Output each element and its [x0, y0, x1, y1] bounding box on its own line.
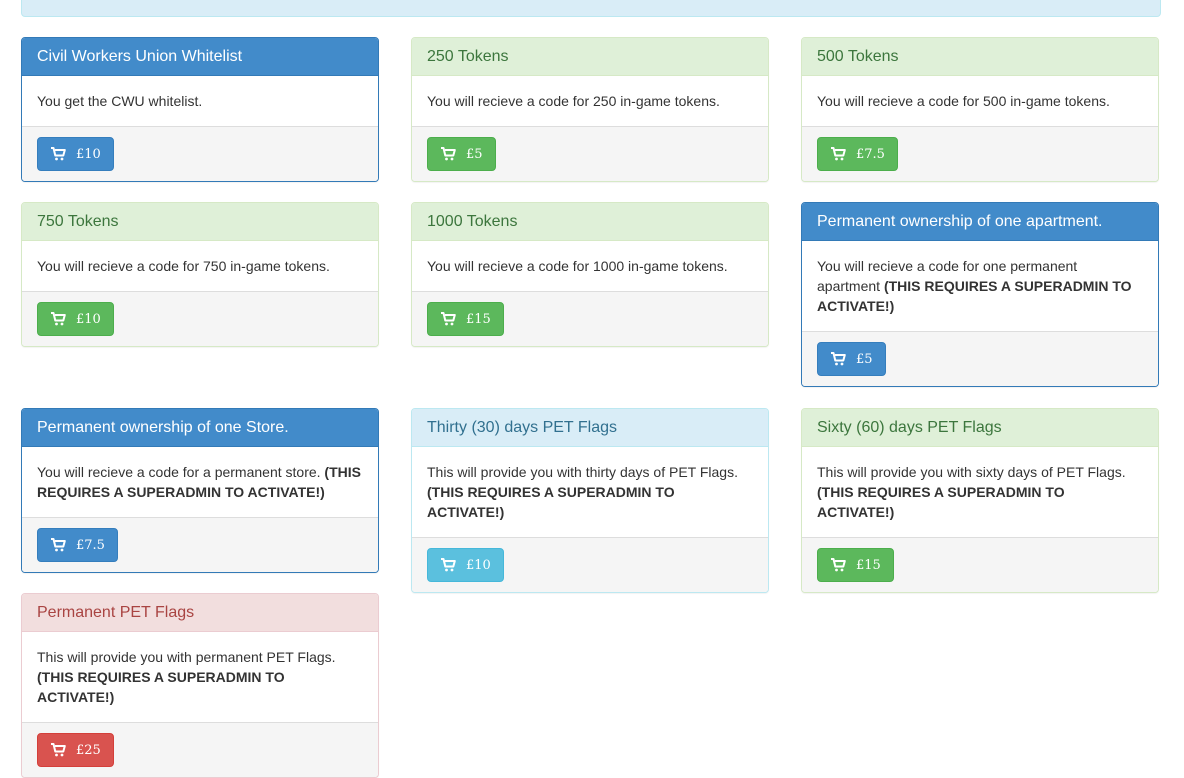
product-description: You will recieve a code for 500 in-game … [802, 76, 1158, 127]
product-card-pet-flags-30: Thirty (30) days PET Flags This will pro… [411, 408, 769, 593]
product-card-pet-flags-60: Sixty (60) days PET Flags This will prov… [801, 408, 1159, 593]
price-label: £7.5 [76, 537, 105, 553]
shopping-cart-icon [50, 146, 66, 162]
product-card-750-tokens: 750 Tokens You will recieve a code for 7… [21, 202, 379, 347]
shopping-cart-icon [830, 351, 846, 367]
price-label: £25 [76, 742, 101, 758]
shopping-cart-icon [440, 557, 456, 573]
price-label: £10 [76, 311, 101, 327]
product-description: You will recieve a code for 750 in-game … [22, 241, 378, 292]
buy-button-apartment[interactable]: £5 [817, 342, 886, 376]
product-title: 500 Tokens [802, 38, 1158, 76]
price-label: £5 [856, 351, 873, 367]
buy-button-cwu-whitelist[interactable]: £10 [37, 137, 114, 171]
product-title: Sixty (60) days PET Flags [802, 409, 1158, 447]
shopping-cart-icon [50, 537, 66, 553]
product-title: Civil Workers Union Whitelist [22, 38, 378, 76]
shopping-cart-icon [440, 311, 456, 327]
product-title: Permanent ownership of one Store. [22, 409, 378, 447]
product-card-250-tokens: 250 Tokens You will recieve a code for 2… [411, 37, 769, 182]
info-alert-bar [21, 0, 1161, 17]
price-label: £7.5 [856, 146, 885, 162]
price-label: £15 [466, 311, 491, 327]
product-card-store: Permanent ownership of one Store. You wi… [21, 408, 379, 573]
product-description: This will provide you with thirty days o… [412, 447, 768, 538]
buy-button-500-tokens[interactable]: £7.5 [817, 137, 898, 171]
shopping-cart-icon [50, 311, 66, 327]
product-title: 250 Tokens [412, 38, 768, 76]
shopping-cart-icon [50, 742, 66, 758]
product-description: You will recieve a code for a permanent … [22, 447, 378, 518]
product-description: You will recieve a code for 1000 in-game… [412, 241, 768, 292]
product-description: You will recieve a code for 250 in-game … [412, 76, 768, 127]
product-description: You will recieve a code for one permanen… [802, 241, 1158, 332]
price-label: £15 [856, 557, 881, 573]
product-title: 1000 Tokens [412, 203, 768, 241]
buy-button-1000-tokens[interactable]: £15 [427, 302, 504, 336]
price-label: £10 [466, 557, 491, 573]
product-title: Permanent ownership of one apartment. [802, 203, 1158, 241]
price-label: £10 [76, 146, 101, 162]
buy-button-pet-flags-60[interactable]: £15 [817, 548, 894, 582]
product-card-1000-tokens: 1000 Tokens You will recieve a code for … [411, 202, 769, 347]
product-description: You get the CWU whitelist. [22, 76, 378, 127]
product-card-cwu-whitelist: Civil Workers Union Whitelist You get th… [21, 37, 379, 182]
product-card-apartment: Permanent ownership of one apartment. Yo… [801, 202, 1159, 387]
product-title: Permanent PET Flags [22, 594, 378, 632]
buy-button-pet-flags-30[interactable]: £10 [427, 548, 504, 582]
shopping-cart-icon [830, 557, 846, 573]
product-card-pet-flags-permanent: Permanent PET Flags This will provide yo… [21, 593, 379, 778]
shopping-cart-icon [830, 146, 846, 162]
product-description: This will provide you with sixty days of… [802, 447, 1158, 538]
product-card-500-tokens: 500 Tokens You will recieve a code for 5… [801, 37, 1159, 182]
buy-button-750-tokens[interactable]: £10 [37, 302, 114, 336]
price-label: £5 [466, 146, 483, 162]
buy-button-pet-flags-permanent[interactable]: £25 [37, 733, 114, 767]
product-title: 750 Tokens [22, 203, 378, 241]
buy-button-250-tokens[interactable]: £5 [427, 137, 496, 171]
shopping-cart-icon [440, 146, 456, 162]
product-description: This will provide you with permanent PET… [22, 632, 378, 723]
buy-button-store[interactable]: £7.5 [37, 528, 118, 562]
product-title: Thirty (30) days PET Flags [412, 409, 768, 447]
